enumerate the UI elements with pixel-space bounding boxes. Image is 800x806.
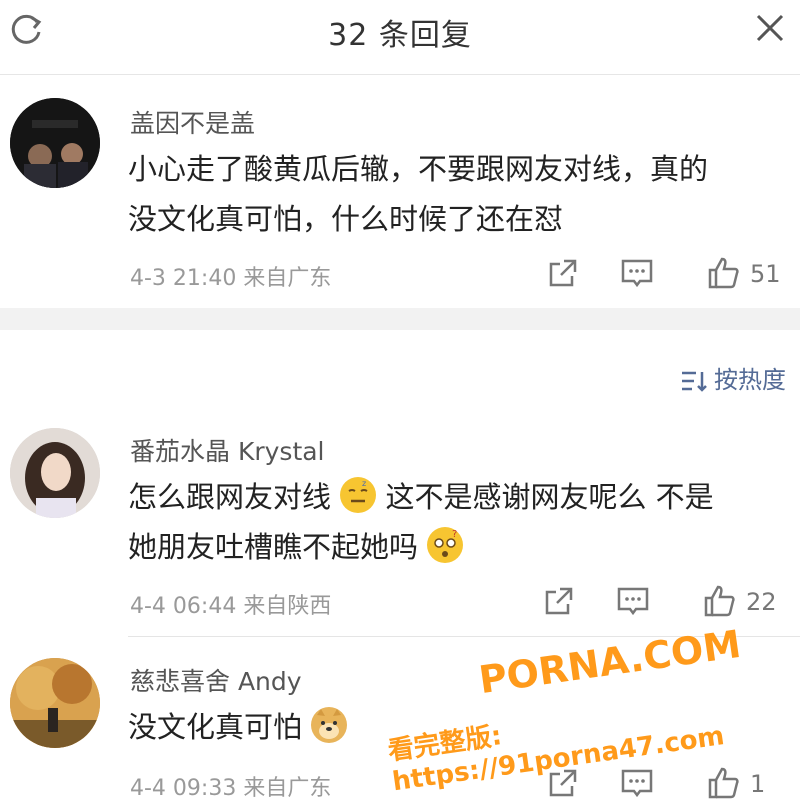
username[interactable]: 番茄水晶 Krystal bbox=[130, 432, 325, 468]
share-button[interactable] bbox=[546, 256, 580, 296]
confused-emoji-icon: ? bbox=[427, 527, 464, 563]
svg-text:?: ? bbox=[452, 529, 457, 540]
comment-line: 她朋友吐槽瞧不起她吗 ? bbox=[128, 522, 778, 572]
reply-button[interactable] bbox=[616, 584, 650, 624]
sort-button[interactable]: 按热度 bbox=[680, 360, 786, 395]
comment-line-part: 她朋友吐槽瞧不起她吗 bbox=[128, 530, 419, 564]
comment-icon bbox=[617, 587, 649, 616]
comment-text: 小心走了酸黄瓜后辙，不要跟网友对线，真的 没文化真可怕，什么时候了还在怼 bbox=[128, 144, 778, 244]
share-button[interactable] bbox=[542, 584, 576, 624]
thumbs-up-icon bbox=[704, 585, 735, 617]
username[interactable]: 盖因不是盖 bbox=[130, 104, 255, 140]
location: 来自陕西 bbox=[243, 594, 332, 619]
thumbs-up-icon bbox=[708, 767, 739, 799]
like-button[interactable]: 22 bbox=[702, 584, 786, 624]
comment-icon bbox=[621, 259, 653, 288]
like-button[interactable]: 1 bbox=[706, 766, 786, 806]
comment-actions: 51 bbox=[546, 256, 786, 296]
comment-actions: 1 bbox=[546, 766, 786, 806]
comment-icon bbox=[621, 769, 653, 798]
avatar[interactable] bbox=[10, 98, 100, 188]
timestamp: 4-3 21:40 bbox=[130, 266, 237, 291]
sort-icon bbox=[682, 371, 707, 392]
share-icon bbox=[549, 259, 577, 287]
comment-meta: 4-4 09:33 来自广东 bbox=[130, 770, 331, 802]
page-title: 32 条回复 bbox=[328, 18, 472, 53]
location: 来自广东 bbox=[243, 776, 332, 801]
comment-item: 番茄水晶 Krystal 怎么跟网友对线 z 这不是感谢网友呢么 不是 她朋友吐… bbox=[0, 420, 800, 635]
comment-actions: 22 bbox=[542, 584, 786, 624]
username[interactable]: 慈悲喜舍 Andy bbox=[130, 662, 302, 698]
like-count: 22 bbox=[746, 588, 777, 616]
svg-text:z: z bbox=[362, 479, 366, 488]
avatar[interactable] bbox=[10, 428, 100, 518]
like-count: 51 bbox=[750, 260, 781, 288]
comment-line-part: 没文化真可怕 bbox=[128, 710, 303, 744]
comment-meta: 4-4 06:44 来自陕西 bbox=[130, 588, 331, 620]
share-icon bbox=[545, 587, 573, 615]
like-count: 1 bbox=[750, 770, 766, 798]
comment-line-part: 这不是感谢网友呢么 不是 bbox=[385, 480, 714, 514]
section-divider bbox=[0, 308, 800, 330]
comment-item: 盖因不是盖 小心走了酸黄瓜后辙，不要跟网友对线，真的 没文化真可怕，什么时候了还… bbox=[0, 74, 800, 308]
comment-line: 没文化真可怕，什么时候了还在怼 bbox=[128, 202, 564, 236]
reply-button[interactable] bbox=[620, 256, 654, 296]
comment-text: 怎么跟网友对线 z 这不是感谢网友呢么 不是 她朋友吐槽瞧不起她吗 ? bbox=[128, 472, 778, 572]
comment-line: 小心走了酸黄瓜后辙，不要跟网友对线，真的 bbox=[128, 152, 709, 186]
timestamp: 4-4 06:44 bbox=[130, 594, 237, 619]
sort-label: 按热度 bbox=[714, 366, 786, 394]
location: 来自广东 bbox=[243, 266, 332, 291]
comment-line: 怎么跟网友对线 z 这不是感谢网友呢么 不是 bbox=[128, 472, 778, 522]
doge-emoji-icon bbox=[311, 707, 348, 743]
timestamp: 4-4 09:33 bbox=[130, 776, 237, 801]
like-button[interactable]: 51 bbox=[706, 256, 786, 296]
avatar[interactable] bbox=[10, 658, 100, 748]
close-icon[interactable] bbox=[754, 12, 786, 44]
header: 32 条回复 bbox=[0, 0, 800, 75]
sleepy-emoji-icon: z bbox=[340, 477, 377, 513]
reply-button[interactable] bbox=[620, 766, 654, 806]
comment-meta: 4-3 21:40 来自广东 bbox=[130, 260, 331, 292]
comment-line-part: 怎么跟网友对线 bbox=[128, 480, 332, 514]
thumbs-up-icon bbox=[708, 257, 739, 289]
